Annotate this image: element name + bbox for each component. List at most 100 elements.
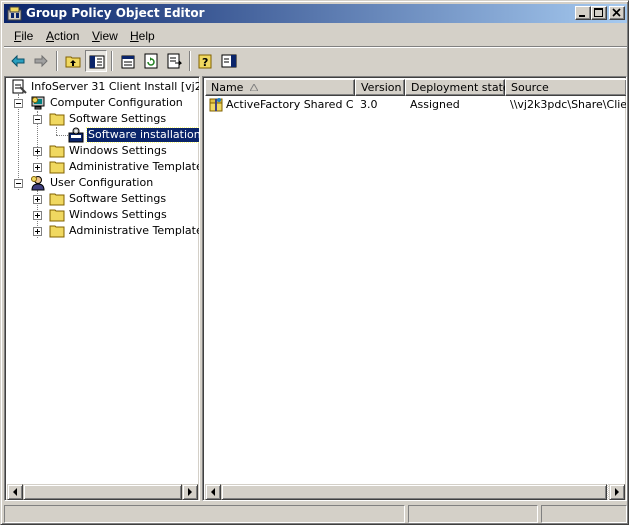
properties-icon — [121, 55, 135, 69]
list-header: Name Version Deployment state Source — [205, 79, 626, 96]
package-icon — [208, 96, 224, 112]
close-button[interactable] — [609, 6, 625, 20]
properties-button[interactable] — [117, 50, 139, 72]
tree-item-cc-administrative-templates[interactable]: Administrative Templates — [9, 159, 199, 175]
maximize-button[interactable] — [591, 6, 607, 20]
svg-text:?: ? — [202, 56, 208, 69]
folder-icon — [49, 111, 65, 127]
menu-view[interactable]: View — [92, 29, 118, 43]
status-panel-secondary — [408, 505, 538, 523]
refresh-button[interactable] — [140, 50, 162, 72]
tree-item-label: Software Settings — [69, 112, 167, 125]
policy-icon — [11, 79, 27, 95]
back-button[interactable] — [7, 50, 29, 72]
user-icon — [30, 175, 46, 191]
tree-item-root-label: InfoServer 31 Client Install [vj2k3F — [31, 80, 199, 93]
toolbar-separator — [189, 51, 191, 71]
list-horizontal-scrollbar[interactable] — [205, 484, 625, 500]
window-title: Group Policy Object Editor — [26, 6, 205, 20]
show-hide-action-pane-icon — [221, 54, 237, 68]
column-header-deployment-state[interactable]: Deployment state — [405, 79, 510, 96]
column-header-label: Name — [211, 81, 244, 94]
tree-item-cc-windows-settings[interactable]: Windows Settings — [9, 143, 199, 159]
arrow-right-icon — [615, 488, 619, 496]
cell-version: 3.0 — [360, 98, 378, 111]
results-list[interactable]: Name Version Deployment state Source Act… — [202, 76, 627, 501]
console-tree[interactable]: InfoServer 31 Client Install [vj2k3F Com… — [4, 76, 200, 501]
folder-icon — [49, 223, 65, 239]
tree-item-label: Administrative Templates — [69, 224, 200, 237]
menu-separator — [4, 46, 627, 48]
menu-action[interactable]: Action — [46, 29, 79, 43]
up-one-level-icon — [65, 56, 81, 68]
status-bar — [4, 504, 627, 523]
help-button[interactable]: ? — [195, 50, 217, 72]
folder-icon — [49, 191, 65, 207]
tree-item-label: Administrative Templates — [69, 160, 200, 173]
gpo-editor-window: Group Policy Object Editor File Action V… — [0, 0, 629, 525]
minimize-button[interactable] — [575, 6, 591, 20]
expand-toggle[interactable] — [33, 227, 42, 236]
menu-help[interactable]: Help — [130, 29, 155, 43]
toolbar-separator — [56, 51, 58, 71]
tree-item-label: Windows Settings — [69, 208, 167, 221]
tree-item-computer-configuration[interactable]: Computer Configuration — [9, 95, 199, 111]
scroll-right-button[interactable] — [182, 484, 198, 500]
tree-item-user-configuration[interactable]: User Configuration — [9, 175, 199, 191]
cell-deployment-state: Assigned — [410, 98, 460, 111]
tree-item-cc-software-settings[interactable]: Software Settings — [9, 111, 199, 127]
scroll-right-button[interactable] — [609, 484, 625, 500]
folder-icon — [49, 143, 65, 159]
export-list-button[interactable] — [163, 50, 185, 72]
expand-toggle[interactable] — [33, 147, 42, 156]
menu-bar: File Action View Help — [4, 26, 627, 46]
tree-item-root[interactable]: InfoServer 31 Client Install [vj2k3F — [9, 79, 199, 95]
toolbar-separator — [111, 51, 113, 71]
expand-toggle[interactable] — [33, 211, 42, 220]
tree-item-label: User Configuration — [50, 176, 154, 189]
collapse-toggle[interactable] — [14, 179, 23, 188]
computer-icon — [30, 95, 46, 111]
tree-horizontal-scrollbar[interactable] — [7, 484, 198, 500]
column-header-version[interactable]: Version — [355, 79, 405, 96]
tree-item-label-selected: Software installation — [86, 127, 200, 143]
column-header-source[interactable]: Source — [505, 79, 626, 96]
show-hide-tree-icon — [89, 55, 105, 69]
up-one-level-button[interactable] — [62, 50, 84, 72]
cell-source: \\vj2k3pdc\Share\Client — [510, 98, 626, 111]
folder-icon — [49, 207, 65, 223]
tree-item-uc-administrative-templates[interactable]: Administrative Templates — [9, 223, 199, 239]
collapse-toggle[interactable] — [14, 99, 23, 108]
show-hide-action-pane-button[interactable] — [218, 50, 240, 72]
menu-file[interactable]: File — [14, 29, 33, 43]
sort-ascending-icon — [250, 84, 258, 91]
collapse-toggle[interactable] — [33, 115, 42, 124]
help-icon: ? — [198, 54, 212, 69]
scroll-thumb[interactable] — [23, 484, 182, 500]
gpo-app-icon[interactable] — [7, 6, 23, 21]
tree-item-uc-software-settings[interactable]: Software Settings — [9, 191, 199, 207]
refresh-icon — [144, 53, 158, 69]
column-header-label: Version — [361, 81, 402, 94]
tree-item-label: Windows Settings — [69, 144, 167, 157]
expand-toggle[interactable] — [33, 163, 42, 172]
column-header-name[interactable]: Name — [205, 79, 355, 96]
back-arrow-icon — [11, 54, 25, 68]
title-bar[interactable]: Group Policy Object Editor — [4, 4, 627, 23]
arrow-left-icon — [211, 488, 215, 496]
tree-item-software-installation[interactable]: Software installation — [9, 127, 199, 143]
show-hide-tree-button[interactable] — [85, 50, 107, 72]
scroll-left-button[interactable] — [205, 484, 221, 500]
export-list-icon — [167, 53, 182, 69]
scroll-thumb[interactable] — [221, 484, 607, 500]
arrow-left-icon — [13, 488, 17, 496]
tree-item-uc-windows-settings[interactable]: Windows Settings — [9, 207, 199, 223]
tree-item-label: Computer Configuration — [50, 96, 183, 109]
column-header-label: Deployment state — [411, 81, 510, 94]
forward-arrow-icon — [34, 54, 48, 68]
software-installation-icon — [68, 127, 84, 143]
forward-button[interactable] — [30, 50, 52, 72]
expand-toggle[interactable] — [33, 195, 42, 204]
status-panel-main — [4, 505, 405, 523]
scroll-left-button[interactable] — [7, 484, 23, 500]
